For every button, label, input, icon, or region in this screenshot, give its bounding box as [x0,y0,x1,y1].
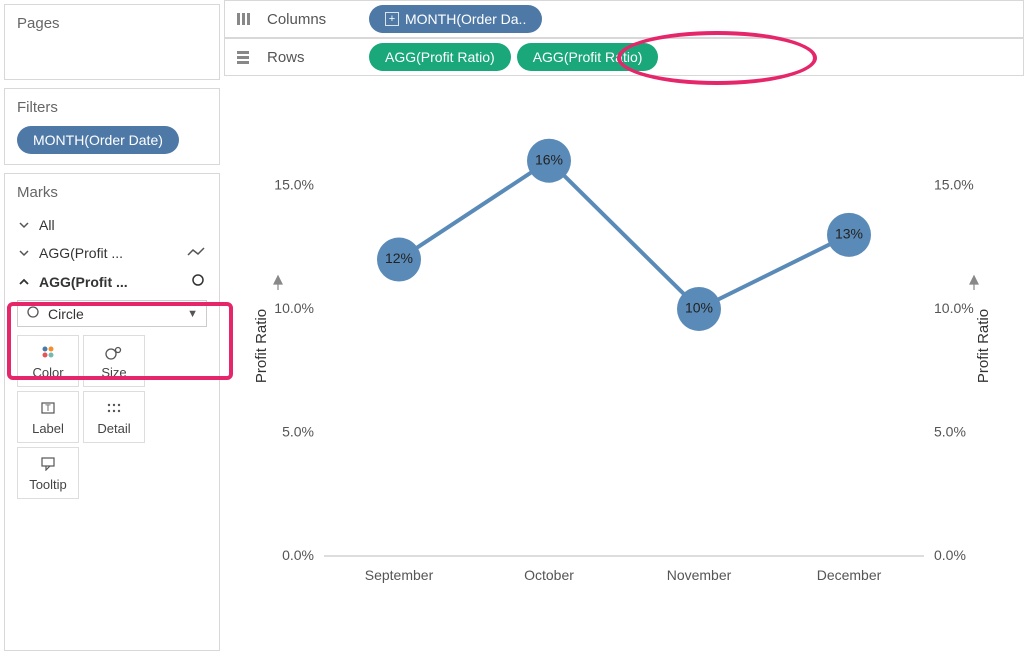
circle-mark-icon [191,273,205,290]
color-button[interactable]: Color [17,335,79,387]
svg-text:0.0%: 0.0% [282,547,314,563]
marks-agg2-label: AGG(Profit ... [39,274,128,290]
chevron-up-icon [19,274,31,290]
tooltip-button-label: Tooltip [29,477,67,492]
svg-text:October: October [524,567,574,583]
marks-agg1-label: AGG(Profit ... [39,245,123,261]
marks-title: Marks [17,184,207,201]
dropdown-caret-icon: ▼ [187,308,198,320]
svg-text:Profit Ratio: Profit Ratio [253,309,270,383]
size-icon [105,343,123,361]
columns-pill[interactable]: + MONTH(Order Da.. [369,5,542,33]
svg-text:0.0%: 0.0% [934,547,966,563]
svg-text:15.0%: 15.0% [274,176,314,192]
rows-shelf[interactable]: Rows AGG(Profit Ratio) AGG(Profit Ratio) [224,38,1024,76]
marks-all-row[interactable]: All [17,211,207,239]
mark-type-dropdown[interactable]: Circle ▼ [17,300,207,327]
marks-shelf: Marks All AGG(Profit ... [4,173,220,651]
filter-pill[interactable]: MONTH(Order Date) [17,126,179,154]
svg-text:13%: 13% [835,226,863,242]
tooltip-icon [40,455,56,473]
svg-text:5.0%: 5.0% [934,423,966,439]
line-mark-icon [187,245,205,261]
label-button[interactable]: T Label [17,391,79,443]
label-button-label: Label [32,421,64,436]
mark-type-label: Circle [48,306,84,322]
chart-canvas: 0.0% 0.0% 5.0% 5.0% 10.0% 10.0% 15.0% 15.0% Sept… [224,76,1024,659]
svg-text:10.0%: 10.0% [274,300,314,316]
color-button-label: Color [32,365,63,380]
rows-icon [231,49,255,65]
svg-text:December: December [817,567,882,583]
svg-text:15.0%: 15.0% [934,176,974,192]
expand-icon: + [385,12,399,26]
size-button[interactable]: Size [83,335,145,387]
svg-text:12%: 12% [385,250,413,266]
detail-icon [106,399,122,417]
detail-button[interactable]: Detail [83,391,145,443]
svg-text:10.0%: 10.0% [934,300,974,316]
rows-pill-1[interactable]: AGG(Profit Ratio) [369,43,511,71]
marks-agg2-row[interactable]: AGG(Profit ... [17,267,207,296]
pages-title: Pages [17,15,207,32]
label-icon: T [40,399,56,417]
svg-text:Profit Ratio: Profit Ratio [975,309,992,383]
columns-shelf[interactable]: Columns + MONTH(Order Da.. [224,0,1024,38]
marks-agg1-row[interactable]: AGG(Profit ... [17,239,207,267]
columns-icon [231,11,255,27]
chevron-down-icon [19,217,31,233]
svg-text:16%: 16% [535,151,563,167]
tooltip-button[interactable]: Tooltip [17,447,79,499]
size-button-label: Size [101,365,126,380]
circle-outline-icon [26,305,40,322]
svg-text:10%: 10% [685,300,713,316]
columns-label: Columns [267,11,357,28]
rows-pill-2[interactable]: AGG(Profit Ratio) [517,43,659,71]
rows-label: Rows [267,49,357,66]
svg-text:November: November [667,567,732,583]
detail-button-label: Detail [97,421,130,436]
svg-text:September: September [365,567,434,583]
marks-all-label: All [39,217,55,233]
filters-shelf[interactable]: Filters MONTH(Order Date) [4,88,220,165]
filters-title: Filters [17,99,207,116]
color-icon [40,343,56,361]
pages-shelf[interactable]: Pages [4,4,220,80]
svg-text:T: T [45,403,51,413]
columns-pill-label: MONTH(Order Da.. [405,11,526,27]
svg-text:5.0%: 5.0% [282,423,314,439]
chevron-down-icon [19,245,31,261]
